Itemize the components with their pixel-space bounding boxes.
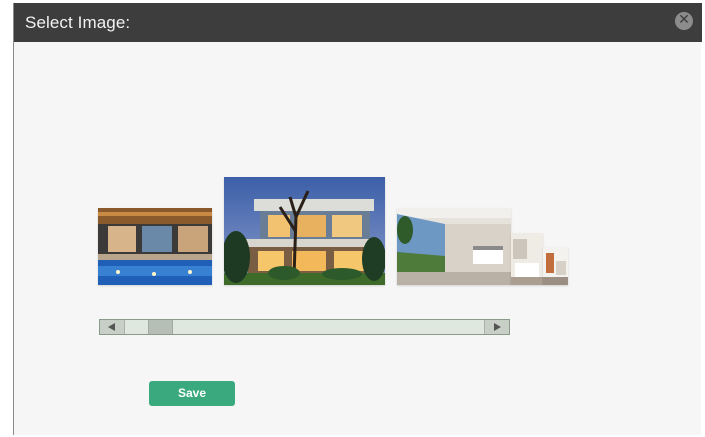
- save-button[interactable]: Save: [149, 381, 235, 406]
- room-smaller-image[interactable]: [543, 247, 568, 285]
- dialog-titlebar: Select Image: ✕: [14, 3, 702, 42]
- scrollbar-thumb[interactable]: [148, 320, 173, 334]
- modern-house-exterior-image[interactable]: [224, 177, 385, 285]
- select-image-dialog: Select Image: ✕ Save: [13, 3, 702, 435]
- close-icon[interactable]: ✕: [675, 12, 693, 30]
- scroll-right-button[interactable]: [484, 320, 509, 334]
- dialog-title: Select Image:: [25, 13, 131, 32]
- arrow-right-icon: [494, 323, 501, 331]
- carousel-scrollbar[interactable]: [99, 319, 510, 335]
- pool-house-image[interactable]: [98, 208, 212, 285]
- arrow-left-icon: [108, 323, 115, 331]
- room-small-image[interactable]: [511, 233, 543, 285]
- scroll-left-button[interactable]: [100, 320, 125, 334]
- bedroom-interior-image[interactable]: [397, 208, 511, 285]
